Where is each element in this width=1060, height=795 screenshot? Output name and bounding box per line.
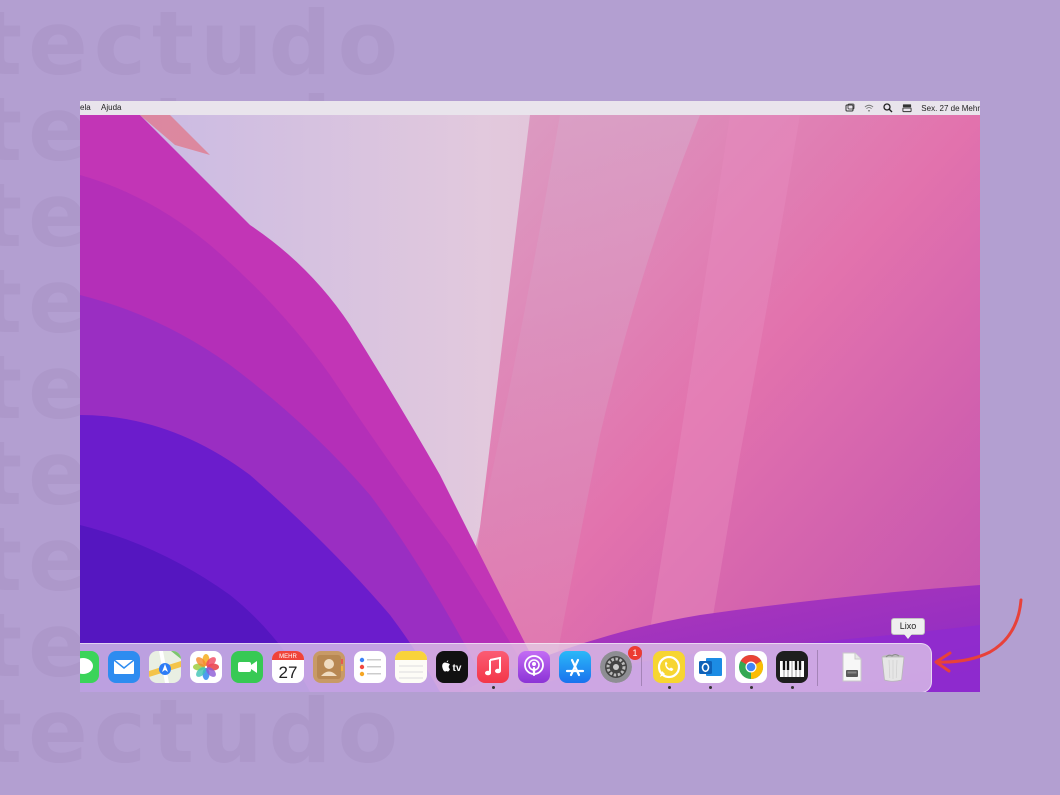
mac-screen: ela Ajuda Sex. 27 de Mehr MEHR 27 tv: [80, 101, 980, 692]
contacts-icon[interactable]: [313, 651, 345, 683]
music-icon[interactable]: [477, 651, 509, 683]
watermark-row: tectudo: [0, 680, 405, 783]
menu-date[interactable]: Sex. 27 de Mehr: [921, 104, 980, 113]
mail-icon[interactable]: [108, 651, 140, 683]
running-indicator: [709, 686, 712, 689]
menu-item-ajuda[interactable]: Ajuda: [101, 103, 121, 112]
facetime-icon[interactable]: [231, 651, 263, 683]
wifi-icon[interactable]: [864, 103, 874, 113]
menu-extras: Sex. 27 de Mehr: [845, 102, 980, 114]
photos-icon[interactable]: [190, 651, 222, 683]
running-indicator: [750, 686, 753, 689]
system-preferences-icon[interactable]: [600, 651, 632, 683]
maps-icon[interactable]: [149, 651, 181, 683]
document-icon[interactable]: [835, 651, 867, 683]
spotlight-icon[interactable]: [883, 103, 893, 113]
calendar-month: MEHR: [279, 654, 297, 660]
running-indicator: [492, 686, 495, 689]
dock: MEHR 27 tv: [80, 643, 932, 692]
keyboard-icon[interactable]: [902, 103, 912, 113]
menu-item-janela[interactable]: ela: [80, 103, 91, 112]
dock-separator: [817, 650, 818, 686]
apple-tv-icon[interactable]: tv: [436, 651, 468, 683]
notes-icon[interactable]: [395, 651, 427, 683]
reminders-icon[interactable]: [354, 651, 386, 683]
piano-icon[interactable]: [776, 651, 808, 683]
podcasts-icon[interactable]: [518, 651, 550, 683]
calendar-icon[interactable]: MEHR 27: [272, 651, 304, 683]
desktop-wallpaper: [80, 115, 980, 692]
running-indicator: [791, 686, 794, 689]
app-store-icon[interactable]: [559, 651, 591, 683]
running-indicator: [668, 686, 671, 689]
calendar-day: 27: [279, 663, 298, 682]
control-center-icon[interactable]: [845, 103, 855, 113]
trash-tooltip: Lixo: [891, 618, 925, 639]
menu-bar: ela Ajuda Sex. 27 de Mehr: [80, 101, 980, 115]
outlook-icon[interactable]: [694, 651, 726, 683]
messages-icon[interactable]: [80, 651, 99, 683]
whatsapp-icon[interactable]: [653, 651, 685, 683]
chrome-icon[interactable]: [735, 651, 767, 683]
notification-badge: 1: [628, 646, 642, 660]
trash-icon[interactable]: [877, 651, 909, 683]
tv-label: tv: [453, 663, 462, 674]
red-arrow-annotation: [934, 598, 1023, 673]
